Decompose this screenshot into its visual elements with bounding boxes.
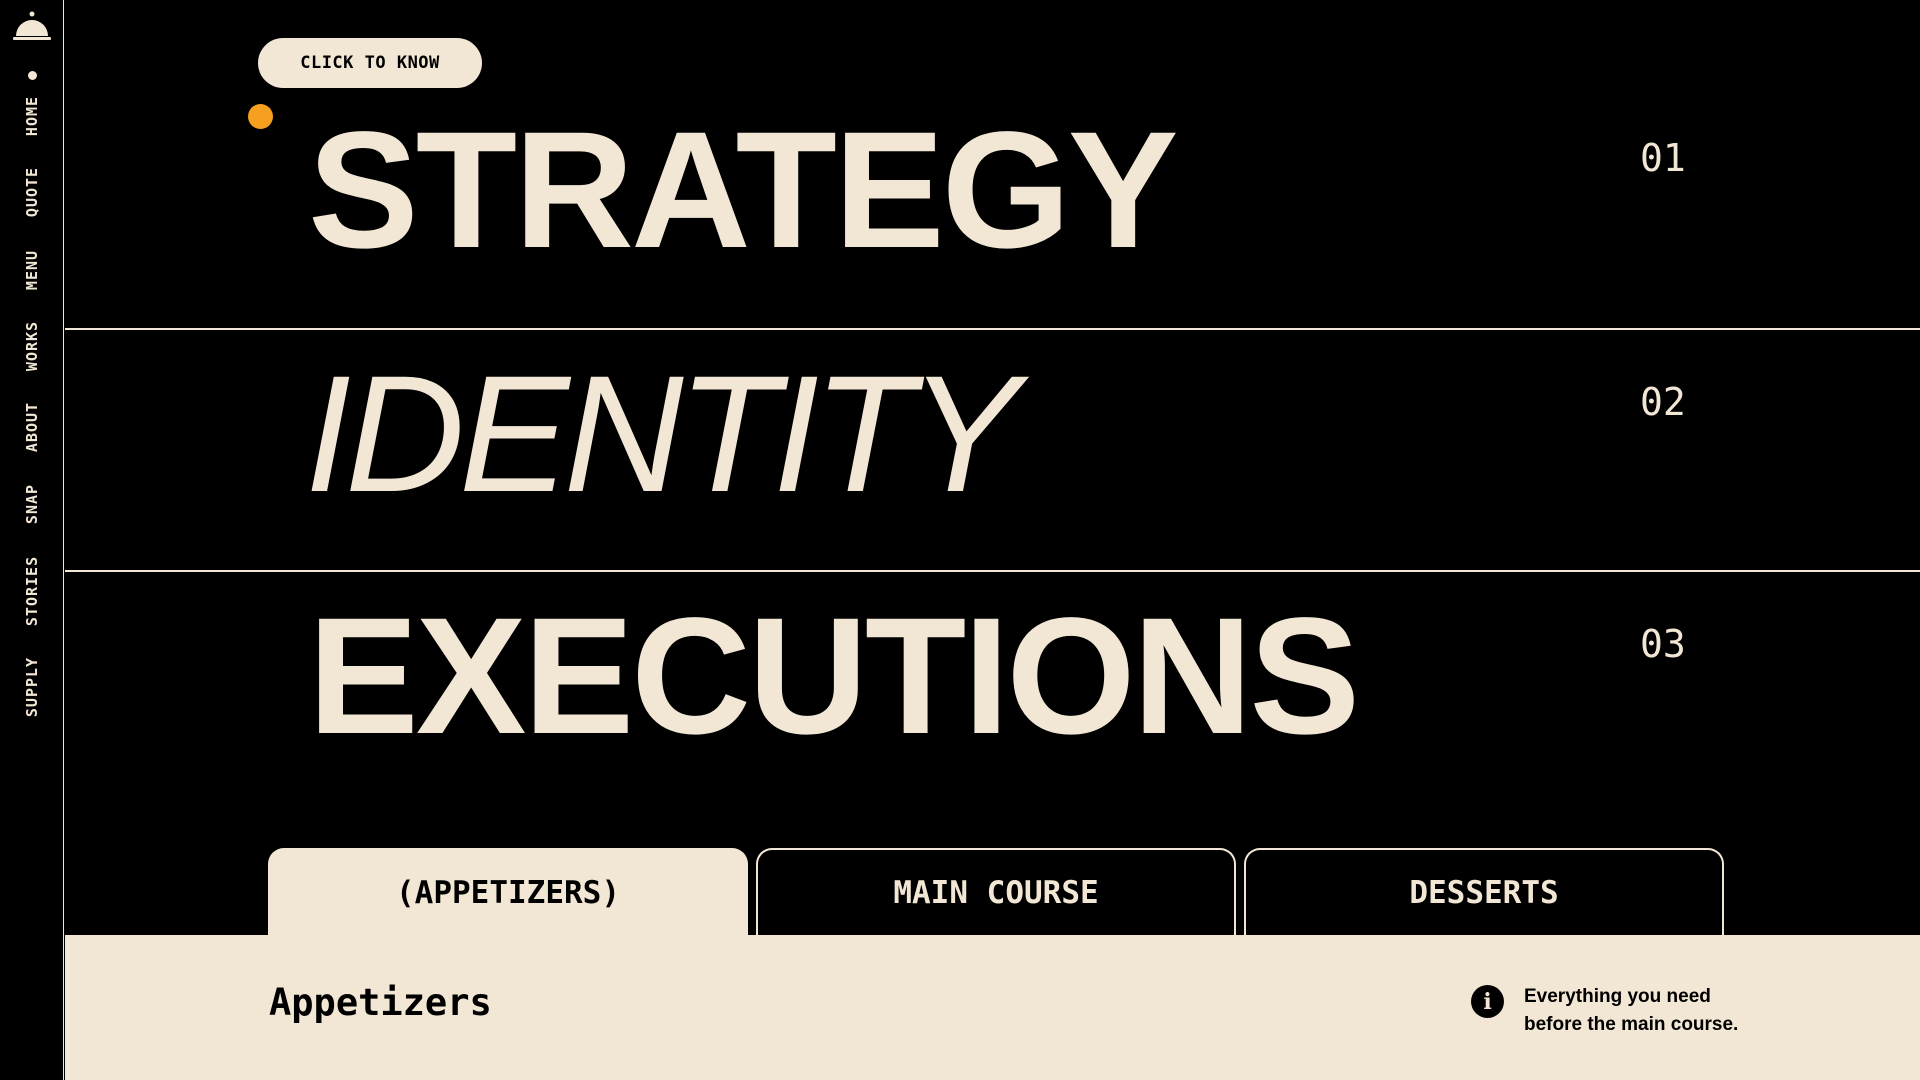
service-row-executions[interactable]: EXECUTIONS 03 bbox=[65, 572, 1920, 814]
nav-item-home[interactable]: HOME bbox=[23, 96, 41, 136]
tab-appetizers[interactable]: (APPETIZERS) bbox=[268, 848, 748, 936]
service-title: STRATEGY bbox=[308, 98, 1179, 283]
nav-item-supply[interactable]: SUPPLY bbox=[23, 657, 41, 717]
service-number: 02 bbox=[1640, 380, 1686, 424]
active-nav-indicator bbox=[28, 71, 37, 80]
main-content: CLICK TO KNOW STRATEGY 01 IDENTITY 02 EX… bbox=[65, 0, 1920, 1080]
tab-main-course[interactable]: MAIN COURSE bbox=[756, 848, 1236, 936]
nav-item-quote[interactable]: QUOTE bbox=[23, 167, 41, 217]
tab-desserts[interactable]: DESSERTS bbox=[1244, 848, 1724, 936]
tab-panel: Appetizers i Everything you need before … bbox=[65, 935, 1920, 1080]
nav-item-menu[interactable]: MENU bbox=[23, 250, 41, 290]
nav-item-works[interactable]: WORKS bbox=[23, 321, 41, 371]
nav-item-about[interactable]: ABOUT bbox=[23, 402, 41, 452]
service-row-strategy[interactable]: STRATEGY 01 bbox=[65, 86, 1920, 330]
info-icon: i bbox=[1471, 985, 1504, 1018]
sidebar: HOME QUOTE MENU WORKS ABOUT SNAP STORIES… bbox=[0, 0, 64, 1080]
click-to-know-button[interactable]: CLICK TO KNOW bbox=[258, 38, 482, 88]
service-number: 01 bbox=[1640, 136, 1686, 180]
service-title: IDENTITY bbox=[305, 342, 1019, 527]
nav-item-snap[interactable]: SNAP bbox=[23, 484, 41, 524]
nav-item-stories[interactable]: STORIES bbox=[23, 556, 41, 626]
service-number: 03 bbox=[1640, 622, 1686, 666]
panel-title: Appetizers bbox=[269, 981, 492, 1024]
panel-description: Everything you need before the main cour… bbox=[1524, 986, 1739, 1035]
cloche-icon[interactable] bbox=[12, 10, 52, 42]
service-row-identity[interactable]: IDENTITY 02 bbox=[65, 330, 1920, 572]
service-title: EXECUTIONS bbox=[308, 584, 1360, 769]
